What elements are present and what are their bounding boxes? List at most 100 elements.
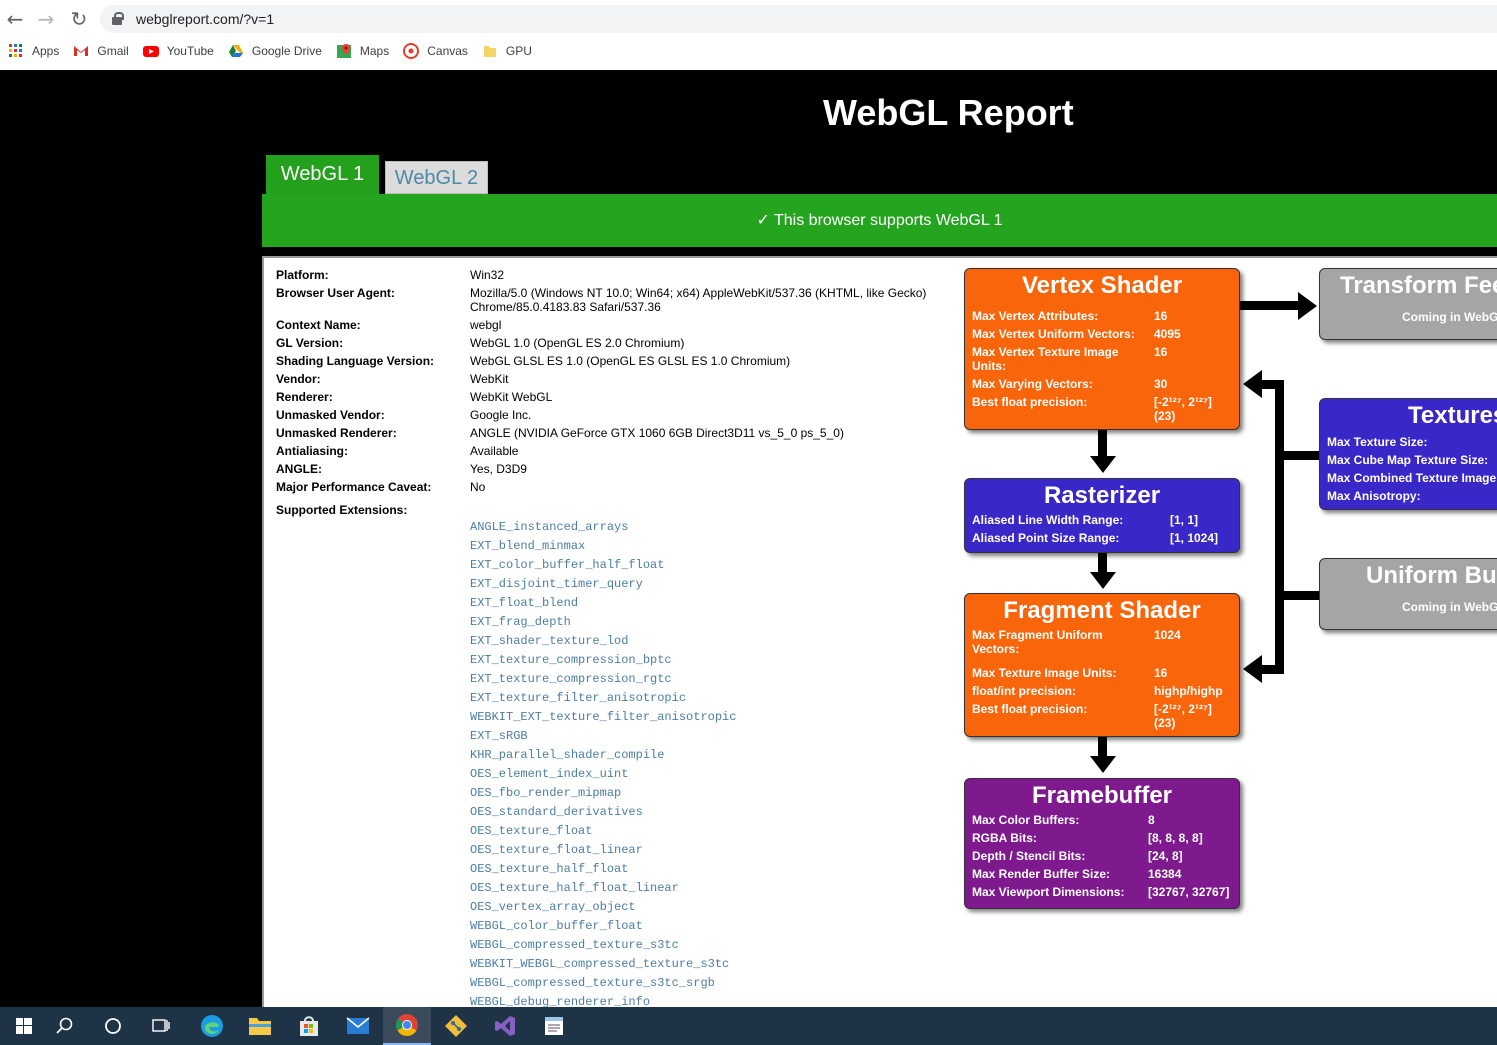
vertex-value: [-2¹²⁷, 2¹²⁷] — [1154, 395, 1212, 409]
bookmark-gmail[interactable]: Gmail — [73, 43, 129, 59]
lock-icon — [112, 12, 124, 25]
extension-link[interactable]: WEBKIT_EXT_texture_filter_anisotropic — [470, 710, 736, 729]
arrow-from-uniform-buffers — [1275, 591, 1319, 600]
info-value: Mozilla/5.0 (Windows NT 10.0; Win64; x64… — [470, 286, 927, 314]
transform-feedback-box: Transform Fee Coming in WebGl — [1319, 268, 1497, 340]
arrow-from-textures — [1275, 451, 1319, 460]
rasterizer-label: Aliased Line Width Range: — [972, 513, 1124, 527]
framebuffer-title: Framebuffer — [1031, 782, 1173, 809]
extension-link[interactable]: WEBKIT_WEBGL_compressed_texture_s3tc — [470, 957, 736, 976]
info-label: Browser User Agent: — [276, 286, 395, 300]
extension-link[interactable]: OES_standard_derivatives — [470, 805, 736, 824]
git-icon[interactable] — [432, 1007, 480, 1045]
bookmark-google-drive[interactable]: Google Drive — [228, 43, 322, 59]
url-text[interactable]: webglreport.com/?v=1 — [136, 11, 274, 27]
extension-link[interactable]: OES_texture_half_float — [470, 862, 736, 881]
framebuffer-box: Framebuffer Max Color Buffers: 8 RGBA Bits… — [964, 778, 1240, 909]
extension-link[interactable]: EXT_texture_compression_bptc — [470, 653, 736, 672]
bookmark-apps[interactable]: Apps — [8, 43, 59, 59]
file-explorer-icon[interactable] — [236, 1007, 284, 1045]
forward-icon[interactable]: → — [33, 6, 59, 32]
cortana-icon[interactable] — [89, 1007, 137, 1045]
reload-icon[interactable]: ↻ — [66, 6, 92, 32]
vertex-value: 16 — [1154, 345, 1168, 359]
fragment-label: float/int precision: — [972, 684, 1077, 698]
info-value: ANGLE (NVIDIA GeForce GTX 1060 6GB Direc… — [470, 426, 844, 440]
extension-link[interactable]: WEBGL_compressed_texture_s3tc — [470, 938, 736, 957]
extension-link[interactable]: EXT_disjoint_timer_query — [470, 577, 736, 596]
extension-link[interactable]: EXT_color_buffer_half_float — [470, 558, 736, 577]
support-banner: ✓ This browser supports WebGL 1 — [262, 194, 1497, 247]
folder-icon — [482, 43, 498, 59]
framebuffer-value: [32767, 32767] — [1148, 885, 1230, 899]
info-value: webgl — [470, 318, 502, 332]
info-label: GL Version: — [276, 336, 344, 350]
fragment-shader-title: Fragment Shader — [1003, 597, 1201, 624]
extension-link[interactable]: EXT_texture_compression_rgtc — [470, 672, 736, 691]
rasterizer-value: [1, 1024] — [1170, 531, 1219, 545]
textures-title: Textures — [1408, 402, 1497, 429]
transform-feedback-note: Coming in WebGl — [1402, 310, 1497, 324]
extensions-label: Supported Extensions: — [276, 503, 408, 517]
extension-link[interactable]: OES_texture_float — [470, 824, 736, 843]
extension-link[interactable]: OES_vertex_array_object — [470, 900, 736, 919]
bookmark-maps[interactable]: Maps — [336, 43, 389, 59]
canvas-icon — [403, 43, 420, 59]
notepad-icon[interactable] — [530, 1007, 578, 1045]
framebuffer-value: 16384 — [1148, 867, 1182, 881]
extension-link[interactable]: EXT_blend_minmax — [470, 539, 736, 558]
fragment-label: Best float precision: — [972, 702, 1088, 716]
store-icon[interactable] — [285, 1007, 333, 1045]
extension-link[interactable]: WEBGL_color_buffer_float — [470, 919, 736, 938]
vertex-label: Max Vertex Texture Image Units: — [972, 345, 1119, 373]
extension-link[interactable]: EXT_shader_texture_lod — [470, 634, 736, 653]
edge-icon[interactable] — [188, 1007, 236, 1045]
mail-icon[interactable] — [334, 1007, 382, 1045]
framebuffer-label: Depth / Stencil Bits: — [972, 849, 1086, 863]
vertex-value: 30 — [1154, 377, 1168, 391]
bookmarks-bar: Apps Gmail YouTube Google Drive Maps Can… — [0, 40, 538, 62]
info-label: Major Performance Caveat: — [276, 480, 432, 494]
task-view-icon[interactable] — [137, 1007, 185, 1045]
search-icon[interactable] — [41, 1007, 89, 1045]
info-label: Antialiasing: — [276, 444, 349, 458]
fragment-label: Max Texture Image Units: — [972, 666, 1117, 680]
extension-link[interactable]: ANGLE_instanced_arrays — [470, 520, 736, 539]
extension-link[interactable]: EXT_texture_filter_anisotropic — [470, 691, 736, 710]
framebuffer-label: Max Viewport Dimensions: — [972, 885, 1125, 899]
vertex-label: Max Vertex Attributes: — [972, 309, 1099, 323]
extension-link[interactable]: WEBGL_compressed_texture_s3tc_srgb — [470, 976, 736, 995]
info-label: Platform: — [276, 268, 329, 282]
visual-studio-icon[interactable] — [481, 1007, 529, 1045]
extension-link[interactable]: OES_texture_half_float_linear — [470, 881, 736, 900]
fragment-value: 16 — [1154, 666, 1168, 680]
vertex-value: 4095 — [1154, 327, 1181, 341]
extension-link[interactable]: OES_texture_float_linear — [470, 843, 736, 862]
fragment-value: 1024 — [1154, 628, 1181, 642]
maps-icon — [336, 43, 352, 59]
tab-webgl-1[interactable]: WebGL 1 — [266, 155, 379, 195]
taskbar — [0, 1007, 1497, 1045]
apps-grid-icon — [8, 43, 24, 59]
uniform-buffers-box: Uniform Bu Coming in WebGl — [1319, 558, 1497, 630]
info-label: Renderer: — [276, 390, 333, 404]
tab-webgl-2[interactable]: WebGL 2 — [385, 161, 488, 194]
uniform-buffers-title: Uniform Bu — [1366, 562, 1497, 589]
chrome-icon[interactable] — [383, 1007, 431, 1045]
extension-link[interactable]: EXT_float_blend — [470, 596, 736, 615]
extension-link[interactable]: OES_fbo_render_mipmap — [470, 786, 736, 805]
bookmark-youtube[interactable]: YouTube — [142, 43, 214, 59]
info-label: ANGLE: — [276, 462, 322, 476]
bookmark-gpu[interactable]: GPU — [482, 43, 532, 59]
extension-link[interactable]: KHR_parallel_shader_compile — [470, 748, 736, 767]
extension-link[interactable]: OES_element_index_uint — [470, 767, 736, 786]
back-icon[interactable]: ← — [2, 6, 28, 32]
arrow-head-down-icon — [1090, 572, 1116, 589]
rasterizer-label: Aliased Point Size Range: — [972, 531, 1120, 545]
extension-link[interactable]: EXT_sRGB — [470, 729, 736, 748]
address-bar[interactable]: webglreport.com/?v=1 — [100, 5, 1497, 33]
textures-box: Textures Max Texture Size: Max Cube Map … — [1319, 398, 1497, 510]
extension-link[interactable]: EXT_frag_depth — [470, 615, 736, 634]
bookmark-canvas[interactable]: Canvas — [403, 43, 468, 59]
extensions-list: ANGLE_instanced_arrays EXT_blend_minmax EX… — [470, 520, 736, 1014]
